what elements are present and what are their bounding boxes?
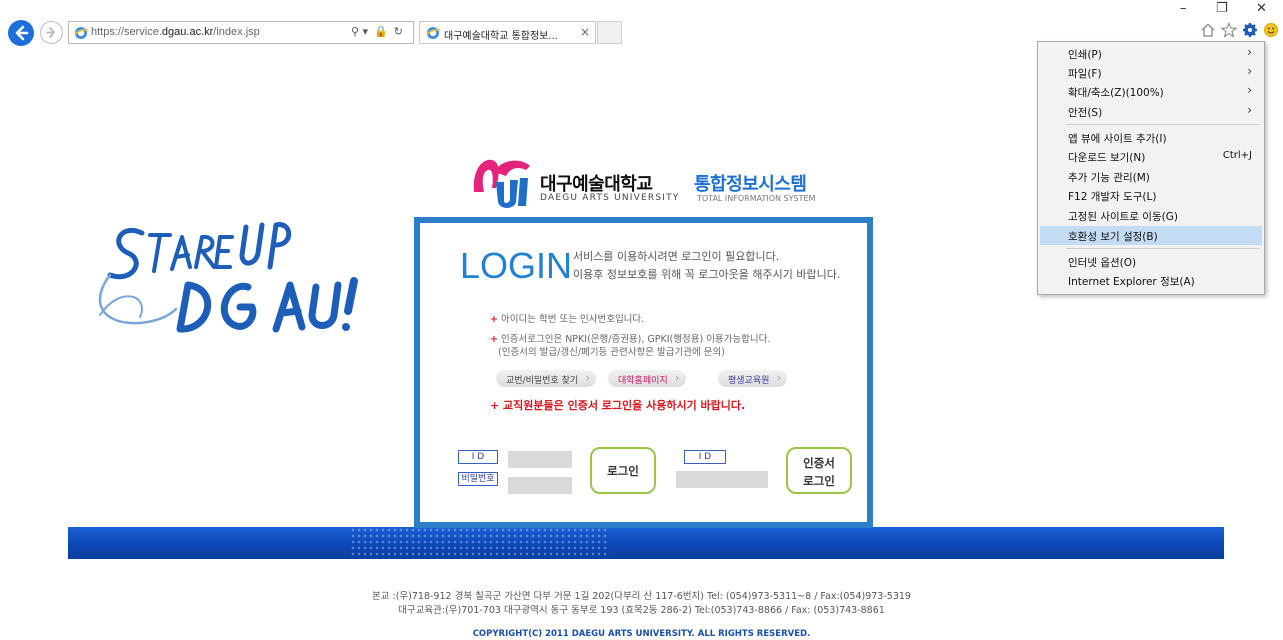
browser-tab[interactable]: 대구예술대학교 통합정보... × xyxy=(419,21,596,44)
restore-button[interactable]: ❐ xyxy=(1216,1,1228,16)
cert-id-input[interactable] xyxy=(676,471,768,488)
close-window-button[interactable]: ✕ xyxy=(1256,1,1267,16)
refresh-icon[interactable]: ↻ xyxy=(394,25,403,38)
footer-copyright: COPYRIGHT(C) 2011 DAEGU ARTS UNIVERSITY.… xyxy=(472,629,811,639)
footer-address-main: 본교 :(우)718-912 경북 칠곡군 가산면 다부 거문 1길 202(다… xyxy=(372,591,911,602)
menu-item-view-downloads[interactable]: 다운로드 보기(N) Ctrl+J xyxy=(1040,147,1262,166)
minimize-button[interactable]: – xyxy=(1180,1,1187,16)
lifelong-education-link[interactable]: 평생교육원 xyxy=(718,370,788,387)
cert-button-line-1: 인증서 xyxy=(803,456,835,470)
cert-button-line-2: 로그인 xyxy=(803,474,835,488)
password-input[interactable] xyxy=(508,477,572,494)
system-name-kr: 통합정보시스템 xyxy=(694,174,807,195)
login-message-2: 이용후 정보보호를 위해 꼭 로그아웃을 해주시기 바랍니다. xyxy=(573,268,841,281)
address-tools: ⚲ ▾ 🔒 ↻ xyxy=(351,25,403,38)
menu-item-compatibility-view[interactable]: 호환성 보기 설정(B) xyxy=(1040,226,1262,245)
university-logo-mark xyxy=(473,159,530,208)
forward-button[interactable] xyxy=(40,21,63,44)
search-dropdown-icon[interactable]: ⚲ ▾ xyxy=(351,25,368,38)
menu-item-about-ie[interactable]: Internet Explorer 정보(A) xyxy=(1040,271,1262,290)
login-note-2: + 인증서로그인은 NPKI(은행/증권용), GPKI(행정용) 이용가능합니… xyxy=(490,334,771,345)
menu-separator xyxy=(1066,248,1260,249)
login-title: LOGIN xyxy=(460,245,573,286)
id-input[interactable] xyxy=(508,451,572,468)
address-bar[interactable]: https://service.dgau.ac.kr/index.jsp ⚲ ▾… xyxy=(68,21,414,44)
decorative-blue-stripe xyxy=(68,527,1224,559)
menu-item-print[interactable]: 인쇄(P) › xyxy=(1040,44,1262,63)
tab-close-icon[interactable]: × xyxy=(580,25,590,39)
lock-icon[interactable]: 🔒 xyxy=(374,25,388,38)
menu-item-add-site-app-view[interactable]: 앱 뷰에 사이트 추가(I) xyxy=(1040,128,1262,147)
menu-item-manage-addons[interactable]: 추가 기능 관리(M) xyxy=(1040,167,1262,186)
menu-item-pinned-sites[interactable]: 고정된 사이트로 이동(G) xyxy=(1040,206,1262,225)
login-panel: LOGIN 서비스를 이용하시려면 로그인이 필요합니다. 이용후 정보보호를 … xyxy=(414,217,873,528)
decorative-dot-pattern xyxy=(350,527,610,559)
id-label: I D xyxy=(458,450,498,464)
menu-separator xyxy=(1066,124,1260,125)
back-button[interactable] xyxy=(8,20,34,46)
password-label: 비밀번호 xyxy=(458,472,498,486)
login-button[interactable]: 로그인 xyxy=(590,447,656,494)
system-name-en: TOTAL INFORMATION SYSTEM xyxy=(697,194,816,203)
university-name-en: DAEGU ARTS UNIVERSITY xyxy=(540,193,680,203)
cert-id-label: I D xyxy=(684,450,726,464)
favorites-star-icon[interactable] xyxy=(1221,22,1237,38)
menu-item-internet-options[interactable]: 인터넷 옵션(O) xyxy=(1040,252,1262,271)
ie-tab-icon xyxy=(426,27,441,39)
back-arrow-icon xyxy=(15,25,29,41)
menu-item-developer-tools[interactable]: F12 개발자 도구(L) xyxy=(1040,186,1262,205)
university-homepage-link[interactable]: 대학홈페이지 xyxy=(608,370,686,387)
feedback-smiley-icon[interactable] xyxy=(1263,22,1279,38)
new-tab-button[interactable] xyxy=(597,21,622,44)
gear-icon[interactable] xyxy=(1242,22,1258,38)
menu-item-zoom[interactable]: 확대/축소(Z)(100%) › xyxy=(1040,82,1262,101)
login-message-1: 서비스를 이용하시려면 로그인이 필요합니다. xyxy=(573,250,780,263)
tools-menu: 인쇄(P) › 파일(F) › 확대/축소(Z)(100%) › 안전(S) › 앱 뷰… xyxy=(1037,41,1265,295)
login-note-1: + 아이디는 학번 또는 인사번호입니다. xyxy=(490,314,645,325)
login-note-3: (인증서의 발급/갱신/폐기등 관련사항은 발급기관에 문의) xyxy=(498,347,725,358)
home-icon[interactable] xyxy=(1200,22,1216,38)
tab-title: 대구예술대학교 통합정보... xyxy=(444,31,558,42)
menu-item-file[interactable]: 파일(F) › xyxy=(1040,63,1262,82)
certificate-login-button[interactable]: 인증서 로그인 xyxy=(786,447,852,494)
find-password-link[interactable]: 교번/비밀번호 찾기 xyxy=(496,370,597,387)
forward-arrow-icon xyxy=(46,27,55,38)
ie-page-icon xyxy=(74,27,89,39)
faculty-notice: + 교직원분들은 인증서 로그인을 사용하시기 바랍니다. xyxy=(490,399,746,412)
footer-address-daegu: 대구교육관:(우)701-703 대구광역시 동구 동부로 193 (효목2동 … xyxy=(398,605,885,616)
menu-item-safety[interactable]: 안전(S) › xyxy=(1040,102,1262,121)
browser-toolbar: https://service.dgau.ac.kr/index.jsp ⚲ ▾… xyxy=(0,0,1283,46)
address-url[interactable]: https://service.dgau.ac.kr/index.jsp xyxy=(91,26,260,38)
start-up-dgau-slogan-image xyxy=(98,222,358,333)
